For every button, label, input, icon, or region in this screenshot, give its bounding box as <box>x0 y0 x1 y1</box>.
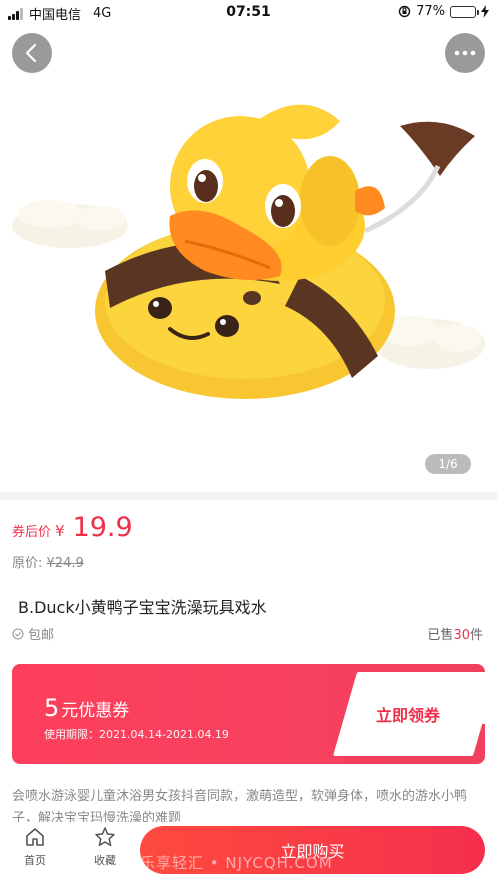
coupon-price-value: 19.9 <box>72 512 133 543</box>
product-detail-page: 中国电信 4G 07:51 77% 1/6 券后价 ¥ 19.9 原价: ¥24… <box>0 0 497 883</box>
star-icon <box>95 827 115 847</box>
status-bar: 中国电信 4G 07:51 77% <box>0 0 497 26</box>
free-shipping-label: 包邮 <box>28 628 55 643</box>
coupon-amount-number: 5 <box>44 694 60 722</box>
product-title: B.Duck小黄鸭子宝宝洗澡玩具戏水 <box>18 598 267 617</box>
nav-favorite[interactable]: 收藏 <box>80 826 130 868</box>
coupon-amount: 5 元优惠券 <box>44 694 129 722</box>
nav-home[interactable]: 首页 <box>10 826 60 868</box>
coupon-validity: 使用期限：2021.04.14-2021.04.19 <box>44 728 229 741</box>
product-image-gallery[interactable]: 1/6 <box>0 26 497 492</box>
duck-bath-toy-image <box>12 104 485 399</box>
original-price-value: ¥24.9 <box>46 556 84 571</box>
sold-number: 30 <box>453 628 470 643</box>
sold-suffix: 件 <box>469 628 483 643</box>
check-circle-icon <box>12 627 24 640</box>
orientation-lock-icon <box>398 5 411 18</box>
coupon-price-label: 券后价 <box>12 525 52 540</box>
coupon-amount-suffix: 元优惠券 <box>61 701 130 721</box>
back-button[interactable] <box>12 33 52 73</box>
more-dots-icon <box>454 50 476 56</box>
charging-icon <box>481 5 489 18</box>
status-right: 77% <box>398 4 489 19</box>
battery-percent: 77% <box>416 4 445 19</box>
original-price-row: 原价: ¥24.9 <box>12 552 84 571</box>
bottom-action-bar: 首页 收藏 立即购买 乐享轻汇 • NJYCQH.COM <box>0 822 497 883</box>
coupon-card[interactable]: 5 元优惠券 使用期限：2021.04.14-2021.04.19 立即领券 <box>12 664 485 764</box>
nav-home-label: 首页 <box>24 854 46 867</box>
chevron-left-icon <box>25 43 37 63</box>
watermark-text: 乐享轻汇 • NJYCQH.COM <box>140 854 333 872</box>
price-row: 券后价 ¥ 19.9 <box>12 512 133 543</box>
shipping-info: 包邮 <box>12 624 54 643</box>
currency-symbol: ¥ <box>55 522 65 540</box>
sold-count: 已售30件 <box>427 624 483 643</box>
nav-favorite-label: 收藏 <box>94 854 116 867</box>
section-divider <box>0 492 497 500</box>
original-price-label: 原价: <box>12 556 43 571</box>
battery-icon <box>450 5 479 18</box>
home-icon <box>26 828 44 846</box>
more-button[interactable] <box>445 33 485 73</box>
claim-coupon-button[interactable]: 立即领券 <box>353 672 463 756</box>
sold-prefix: 已售 <box>427 628 454 643</box>
gallery-page-indicator: 1/6 <box>425 454 471 474</box>
